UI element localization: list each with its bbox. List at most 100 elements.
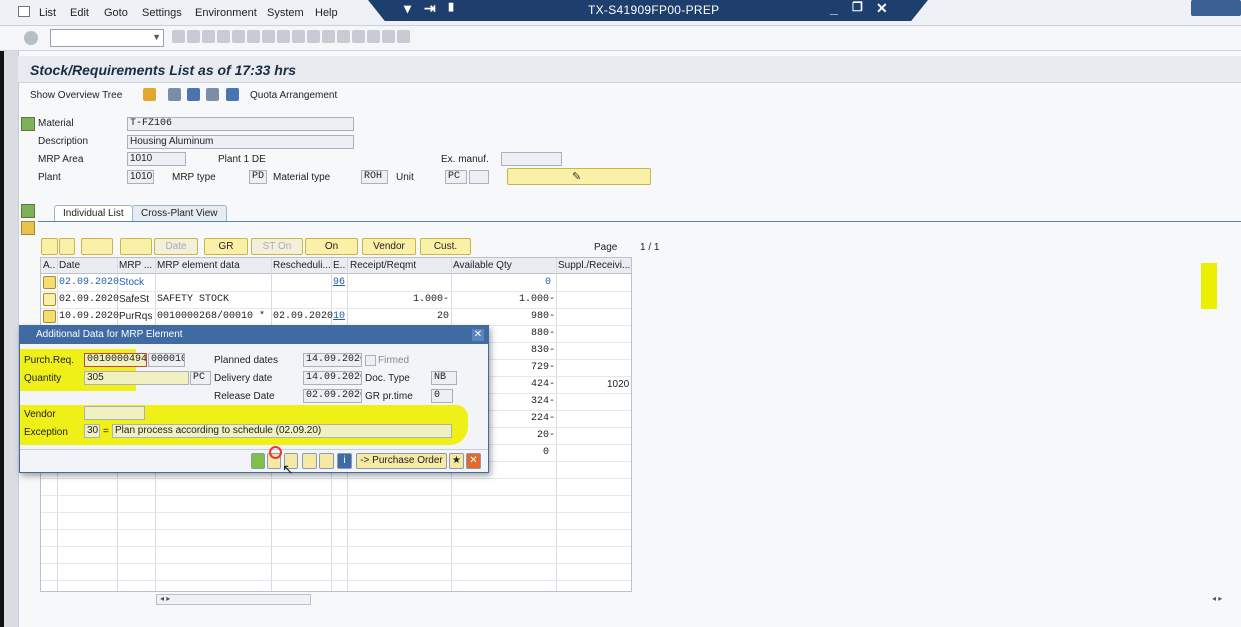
save-icon[interactable] bbox=[187, 30, 200, 43]
menu-system[interactable]: System bbox=[267, 7, 304, 19]
row-icon[interactable] bbox=[43, 293, 56, 306]
info-icon[interactable]: i bbox=[337, 453, 352, 469]
edit-icon[interactable] bbox=[59, 238, 75, 255]
vendor-button[interactable]: Vendor bbox=[362, 238, 416, 255]
show-overview-tree-button[interactable]: Show Overview Tree bbox=[30, 90, 122, 101]
col-receipt-reqmt[interactable]: Receipt/Reqmt bbox=[350, 260, 416, 271]
layout-icon[interactable] bbox=[397, 30, 410, 43]
close-window-icon[interactable]: ✕ bbox=[876, 0, 888, 17]
prev-page-icon[interactable] bbox=[307, 30, 320, 43]
material-type-field[interactable]: ROH bbox=[361, 170, 388, 184]
col-supplying[interactable]: Suppl./Receivi... bbox=[558, 260, 630, 271]
find-next-icon[interactable] bbox=[277, 30, 290, 43]
confirm-icon[interactable] bbox=[251, 453, 265, 469]
stock-detail-icon[interactable] bbox=[43, 276, 56, 289]
sum-icon[interactable] bbox=[21, 204, 35, 218]
on-button[interactable]: On bbox=[305, 238, 358, 255]
planned-date-field[interactable]: 14.09.2020 bbox=[303, 353, 362, 367]
gr-time-field[interactable]: 0 bbox=[431, 389, 453, 403]
exception-text-field[interactable]: Plan process according to schedule (02.0… bbox=[112, 424, 452, 438]
find-icon[interactable] bbox=[262, 30, 275, 43]
unit-extra-field[interactable] bbox=[469, 170, 489, 184]
cancel-icon[interactable]: ✕ bbox=[466, 453, 481, 469]
tab-individual-list[interactable]: Individual List bbox=[54, 205, 133, 222]
close-icon[interactable]: ✕ bbox=[472, 329, 484, 341]
menu-help[interactable]: Help bbox=[315, 7, 338, 19]
menu-list[interactable]: List bbox=[39, 7, 56, 19]
quantity-field[interactable]: 305 bbox=[84, 371, 189, 385]
org-icon-2[interactable] bbox=[319, 453, 334, 469]
material-icon[interactable] bbox=[21, 117, 35, 131]
calendar-icon[interactable] bbox=[226, 88, 239, 101]
menu-edit[interactable]: Edit bbox=[70, 7, 89, 19]
restore-icon[interactable]: ❐ bbox=[852, 0, 863, 14]
ex-manuf-field[interactable] bbox=[501, 152, 562, 166]
help-icon[interactable] bbox=[382, 30, 395, 43]
settings-icon[interactable] bbox=[206, 88, 219, 101]
back-icon[interactable] bbox=[172, 30, 185, 43]
quota-arrangement-button[interactable]: Quota Arrangement bbox=[250, 90, 337, 101]
last-page-icon[interactable] bbox=[337, 30, 350, 43]
gr-button[interactable]: GR bbox=[204, 238, 248, 255]
row-exception[interactable]: 96 bbox=[333, 277, 345, 288]
material-field[interactable]: T-FZ106 bbox=[127, 117, 354, 131]
plant-field[interactable]: 1010 bbox=[127, 170, 154, 184]
mrp-type-field[interactable]: PD bbox=[249, 170, 267, 184]
col-mrp[interactable]: MRP ... bbox=[119, 260, 152, 271]
menu-environment[interactable]: Environment bbox=[195, 7, 257, 19]
element-detail-icon[interactable] bbox=[43, 310, 56, 323]
col-mrp-element-data[interactable]: MRP element data bbox=[157, 260, 240, 271]
chevron-down-icon[interactable]: ▼ bbox=[152, 32, 161, 42]
doc-type-field[interactable]: NB bbox=[431, 371, 457, 385]
horizontal-scrollbar[interactable] bbox=[156, 594, 311, 605]
row-exception[interactable]: 10 bbox=[333, 311, 345, 322]
refresh-icon[interactable] bbox=[168, 88, 181, 101]
shortcut-icon[interactable] bbox=[367, 30, 380, 43]
folder-icon[interactable] bbox=[21, 221, 35, 235]
exception-code-field[interactable]: 30 bbox=[84, 424, 100, 438]
delivery-date-field[interactable]: 14.09.2020 bbox=[303, 371, 362, 385]
exit-icon[interactable] bbox=[217, 30, 230, 43]
col-date[interactable]: Date bbox=[59, 260, 80, 271]
unit-field[interactable]: PC bbox=[445, 170, 467, 184]
scroll-arrows-icon[interactable]: ◂ ▸ bbox=[160, 594, 170, 603]
description-field[interactable]: Housing Aluminum bbox=[127, 135, 354, 149]
user-icon[interactable] bbox=[143, 88, 156, 101]
pin-icon[interactable]: ⇥ bbox=[424, 0, 436, 17]
new-session-icon[interactable] bbox=[352, 30, 365, 43]
scroll-arrows-icon[interactable]: ◂ ▸ bbox=[1212, 594, 1222, 603]
chevron-down-icon[interactable]: ▾ bbox=[404, 0, 411, 17]
command-field[interactable]: ▼ bbox=[50, 29, 164, 47]
filter-icon[interactable] bbox=[187, 88, 200, 101]
cancel-icon[interactable] bbox=[232, 30, 245, 43]
col-available-qty[interactable]: Available Qty bbox=[453, 260, 512, 271]
org-icon[interactable] bbox=[302, 453, 317, 469]
print-icon[interactable] bbox=[247, 30, 260, 43]
edit-material-button[interactable]: ✎ bbox=[507, 168, 651, 185]
firmed-checkbox[interactable] bbox=[365, 355, 376, 366]
back-nav-icon[interactable] bbox=[202, 30, 215, 43]
customer-button[interactable]: Cust. bbox=[420, 238, 471, 255]
purchase-order-button[interactable]: -> Purchase Order bbox=[356, 453, 447, 469]
minimize-icon[interactable]: _ bbox=[830, 0, 838, 16]
enter-icon[interactable] bbox=[24, 31, 38, 45]
org-icons[interactable] bbox=[81, 238, 113, 255]
outer-window-controls[interactable] bbox=[1191, 0, 1241, 16]
details-icon[interactable] bbox=[41, 238, 58, 255]
col-a[interactable]: A.. bbox=[43, 260, 55, 271]
purch-req-item-field[interactable]: 000010 bbox=[148, 353, 185, 367]
st-on-button[interactable]: ST On bbox=[251, 238, 303, 255]
sort-icons[interactable] bbox=[120, 238, 152, 255]
tab-cross-plant-view[interactable]: Cross-Plant View bbox=[132, 205, 227, 222]
menu-settings[interactable]: Settings bbox=[142, 7, 182, 19]
date-button[interactable]: Date bbox=[154, 238, 198, 255]
mrp-area-field[interactable]: 1010 bbox=[127, 152, 186, 166]
quantity-unit-field[interactable]: PC bbox=[190, 371, 211, 385]
col-rescheduling[interactable]: Rescheduli... bbox=[273, 260, 333, 271]
purch-req-field[interactable]: 0010000494 bbox=[84, 353, 147, 367]
first-page-icon[interactable] bbox=[292, 30, 305, 43]
app-menu-icon[interactable] bbox=[18, 6, 30, 17]
release-date-field[interactable]: 02.09.2020 bbox=[303, 389, 362, 403]
next-page-icon[interactable] bbox=[322, 30, 335, 43]
star-icon[interactable]: ★ bbox=[449, 453, 464, 469]
